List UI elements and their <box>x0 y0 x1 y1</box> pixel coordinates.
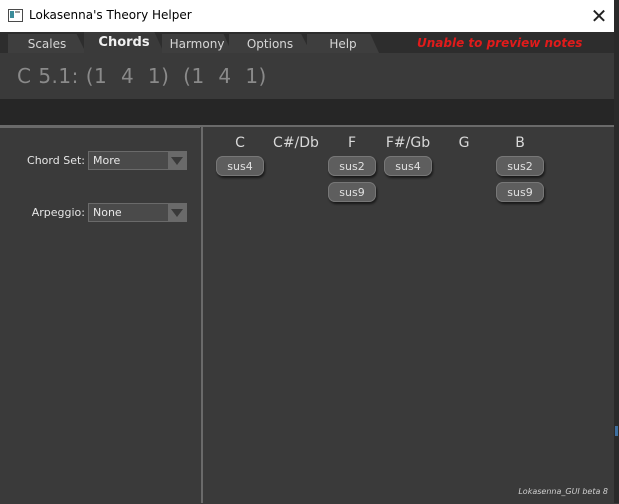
chord-button-f-sharp-sus4[interactable]: sus4 <box>384 156 432 176</box>
chord-set-label: Chord Set: <box>27 154 85 167</box>
chevron-down-icon[interactable] <box>168 204 186 221</box>
tab-options[interactable]: Options <box>229 34 311 53</box>
preview-bar <box>0 99 615 127</box>
tab-chords[interactable]: Chords <box>84 32 164 53</box>
note-header-g: G <box>458 135 470 151</box>
tab-label: Chords <box>98 35 150 50</box>
preview-warning: Unable to preview notes <box>417 36 583 50</box>
app-icon <box>8 9 23 22</box>
arpeggio-select[interactable]: None <box>88 203 187 222</box>
note-header-c-sharp: C#/Db <box>273 135 319 151</box>
tab-label: Scales <box>27 36 67 51</box>
tab-label: Options <box>246 36 294 51</box>
window-edge <box>614 0 619 503</box>
tab-label: Help <box>329 36 357 51</box>
chord-grid-panel <box>203 127 615 503</box>
chord-button-b-sus9[interactable]: sus9 <box>496 182 544 202</box>
close-button[interactable]: ✕ <box>579 0 619 32</box>
gui-version-label: Lokasenna_GUI beta 8 <box>518 487 608 496</box>
close-icon: ✕ <box>590 4 608 28</box>
left-panel: Chord Set: More Arpeggio: None <box>0 127 200 504</box>
window-title: Lokasenna's Theory Helper <box>29 8 192 22</box>
tab-help[interactable]: Help <box>307 34 379 53</box>
tab-label: Harmony <box>169 36 225 51</box>
arpeggio-label: Arpeggio: <box>31 206 85 219</box>
chord-button-f-sus2[interactable]: sus2 <box>328 156 376 176</box>
note-header-f-sharp: F#/Gb <box>385 135 431 151</box>
chord-button-f-sus9[interactable]: sus9 <box>328 182 376 202</box>
chord-button-b-sus2[interactable]: sus2 <box>496 156 544 176</box>
arpeggio-value: None <box>93 206 122 219</box>
note-header-c: C <box>235 135 245 151</box>
chord-display: C 5.1: (1 4 1) (1 4 1) <box>17 64 267 88</box>
chord-set-select[interactable]: More <box>88 151 187 170</box>
chevron-down-icon[interactable] <box>168 152 186 169</box>
tab-harmony[interactable]: Harmony <box>162 34 232 53</box>
note-header-f: F <box>347 135 357 151</box>
note-header-b: B <box>515 135 525 151</box>
chord-set-value: More <box>93 154 121 167</box>
title-bar: Lokasenna's Theory Helper ✕ <box>0 0 619 33</box>
tab-scales[interactable]: Scales <box>8 34 86 53</box>
chord-button-c-sus4[interactable]: sus4 <box>216 156 264 176</box>
